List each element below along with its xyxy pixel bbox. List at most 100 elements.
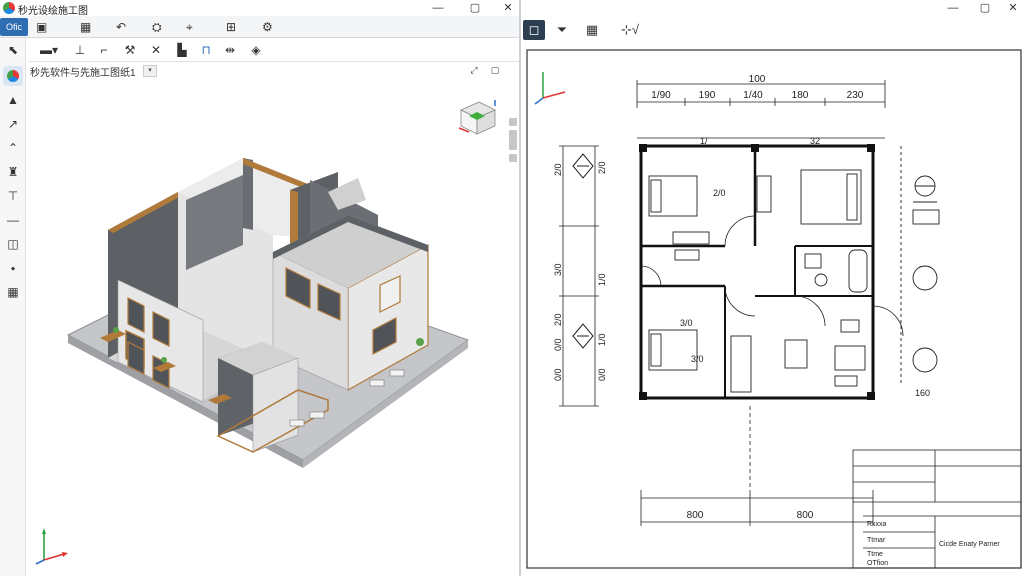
- planter-2: [309, 411, 325, 419]
- left-window-3d: 秒光设绘施工图 — ▢ ✕ Ofic ▣ ▦ ↶ ⛭ ⌖ ⊞ ⚙ ▬▾ ⊥ ⌐ …: [0, 0, 519, 576]
- top-dim-1: 1/90: [651, 90, 671, 101]
- maximize-view-button[interactable]: ▢: [488, 64, 502, 76]
- left-inner-dim-2: 1/0: [597, 273, 607, 286]
- bottom-dim-2: 800: [797, 510, 814, 521]
- beam-tool-icon[interactable]: ⊓: [196, 41, 216, 59]
- title-block-note: Cicde Enaty Parner: [939, 541, 1000, 548]
- living-furniture: [834, 319, 866, 387]
- hammer-tool-icon[interactable]: ⚒: [120, 41, 140, 59]
- settings-icon[interactable]: ⚙: [262, 19, 273, 35]
- save-icon[interactable]: ▣: [36, 19, 47, 35]
- planter-3: [369, 379, 385, 387]
- pin-tool-icon[interactable]: ◈: [246, 41, 266, 59]
- planter-4: [389, 369, 405, 377]
- right-titlebar: — ▢ ✕: [521, 0, 1024, 16]
- title-block-row-1: Rkxxa: [867, 521, 887, 528]
- close-button[interactable]: ✕: [496, 1, 520, 15]
- bottom-dim-1: 800: [687, 510, 704, 521]
- wall-tool-icon[interactable]: ▬▾: [34, 41, 64, 59]
- left-titlebar: 秒光设绘施工图 — ▢ ✕: [0, 0, 520, 17]
- top-dim-4: 180: [792, 90, 809, 101]
- grid-icon[interactable]: ▦: [80, 19, 91, 35]
- bottom-dimension-lines: [640, 406, 874, 526]
- plant-3: [113, 327, 119, 333]
- left-dim-5: 0/0: [553, 368, 563, 381]
- cross-tool-icon[interactable]: ✕: [146, 41, 166, 59]
- scroll-thumb[interactable]: [509, 130, 517, 150]
- tool-ribbon: ▬▾ ⊥ ⌐ ⚒ ✕ ▙ ⊓ ⇹ ◈: [28, 38, 519, 62]
- scroll-down[interactable]: [509, 154, 517, 162]
- app-logo-icon: [3, 2, 15, 14]
- stair-tool-icon[interactable]: ▙: [172, 41, 192, 59]
- stairs-icon[interactable]: ♜: [3, 162, 23, 182]
- app-root: 秒光设绘施工图 — ▢ ✕ Ofic ▣ ▦ ↶ ⛭ ⌖ ⊞ ⚙ ▬▾ ⊥ ⌐ …: [0, 0, 1024, 576]
- axis-triad-icon: [35, 528, 68, 565]
- title-block-row-2: Ttmar: [867, 537, 886, 544]
- title-block-row-3: Ttme: [867, 551, 883, 558]
- triangle-tool-icon[interactable]: ▲: [3, 90, 23, 110]
- file-tab[interactable]: Ofic: [0, 18, 28, 36]
- left-inner-dim-1: 2/0: [597, 161, 607, 174]
- room-label-3: 3/0: [691, 354, 704, 364]
- grid-plan-icon[interactable]: ▦: [581, 20, 603, 40]
- render-tool-icon[interactable]: [3, 66, 23, 86]
- plan-toolbar: ◻ ⏷ ▦ ⊹√: [521, 16, 1024, 42]
- right-dim-1: 160: [915, 388, 930, 398]
- left-dim-4: 0/0: [553, 338, 563, 351]
- window-title: 秒光设绘施工图: [18, 6, 88, 17]
- layer-icon[interactable]: ⛭: [152, 19, 162, 35]
- top-dim-3: 1/40: [743, 90, 763, 101]
- plant-2: [161, 357, 167, 363]
- document-dropdown[interactable]: ▾: [143, 65, 157, 77]
- drawing-border: [526, 49, 1022, 569]
- north-arrow-icon: [572, 153, 594, 179]
- partition-1: [243, 158, 253, 230]
- room-label-1: 2/0: [713, 188, 726, 198]
- door-tool-icon[interactable]: ⌐: [94, 41, 114, 59]
- undo-icon[interactable]: ↶: [116, 19, 126, 35]
- left-tool-sidebar: ⬉ ▲ ↗ ⌃ ♜ ⊤ — ◫ ⬩ ▦: [0, 38, 26, 576]
- beam-icon[interactable]: ⊤: [3, 186, 23, 206]
- select-plan-icon[interactable]: ◻: [523, 20, 545, 40]
- left-dim-1: 2/0: [553, 163, 563, 176]
- ribbon-tab-bar: Ofic ▣ ▦ ↶ ⛭ ⌖ ⊞ ⚙: [0, 16, 519, 38]
- left-dimension-lines: [559, 145, 599, 407]
- left-inner-dim-4: 0/0: [597, 368, 607, 381]
- room-label-2: 3/0: [680, 318, 693, 328]
- planter-1: [289, 419, 305, 427]
- viewport-scrollbar[interactable]: [509, 118, 517, 178]
- plant-1: [416, 338, 424, 346]
- top-dimension-lines: [636, 80, 886, 139]
- dimension-tool-icon[interactable]: ⇹: [220, 41, 240, 59]
- grid-tool-icon[interactable]: ▦: [3, 282, 23, 302]
- measure-plan-icon[interactable]: ⊹√: [615, 20, 645, 40]
- column-tool-icon[interactable]: ⊥: [70, 41, 90, 59]
- right-minimize-button[interactable]: —: [941, 1, 965, 15]
- marker-icon[interactable]: ⬩: [3, 258, 23, 278]
- floor-plan-drawing[interactable]: 100 1/90 190 1/40 180 230 1/ 32 2/0 3/0 …: [525, 46, 1024, 572]
- section-marker-icon: [572, 323, 594, 349]
- 3d-viewport[interactable]: [28, 80, 519, 576]
- right-maximize-button[interactable]: ▢: [973, 1, 997, 15]
- maximize-button[interactable]: ▢: [463, 1, 487, 15]
- right-close-button[interactable]: ✕: [1001, 1, 1024, 15]
- left-inner-dim-3: 1/0: [597, 333, 607, 346]
- arrow-tool-icon[interactable]: ↗: [3, 114, 23, 134]
- door-icon[interactable]: ◫: [3, 234, 23, 254]
- viewcube-icon[interactable]: [455, 98, 501, 138]
- top-dim-2: 190: [699, 90, 716, 101]
- right-window-plan: — ▢ ✕ ◻ ⏷ ▦ ⊹√ 100 1/90 190 1/40 180 230…: [519, 0, 1024, 576]
- select-tool-icon[interactable]: ⬉: [3, 40, 23, 60]
- left-dim-2: 3/0: [553, 263, 563, 276]
- top-total-dim: 100: [749, 74, 766, 85]
- plan-axis-icon: [534, 72, 566, 105]
- title-block-row-4: OTfion: [867, 560, 888, 567]
- hierarchy-icon[interactable]: ⊞: [226, 19, 236, 35]
- scroll-up[interactable]: [509, 118, 517, 126]
- measure-icon[interactable]: ⌖: [186, 19, 193, 35]
- roof-tool-icon[interactable]: ⌃: [3, 138, 23, 158]
- minimize-button[interactable]: —: [426, 1, 450, 15]
- restore-view-button[interactable]: ⤢: [467, 64, 481, 76]
- funnel-icon[interactable]: ⏷: [551, 20, 573, 40]
- line-tool-icon[interactable]: —: [3, 210, 23, 230]
